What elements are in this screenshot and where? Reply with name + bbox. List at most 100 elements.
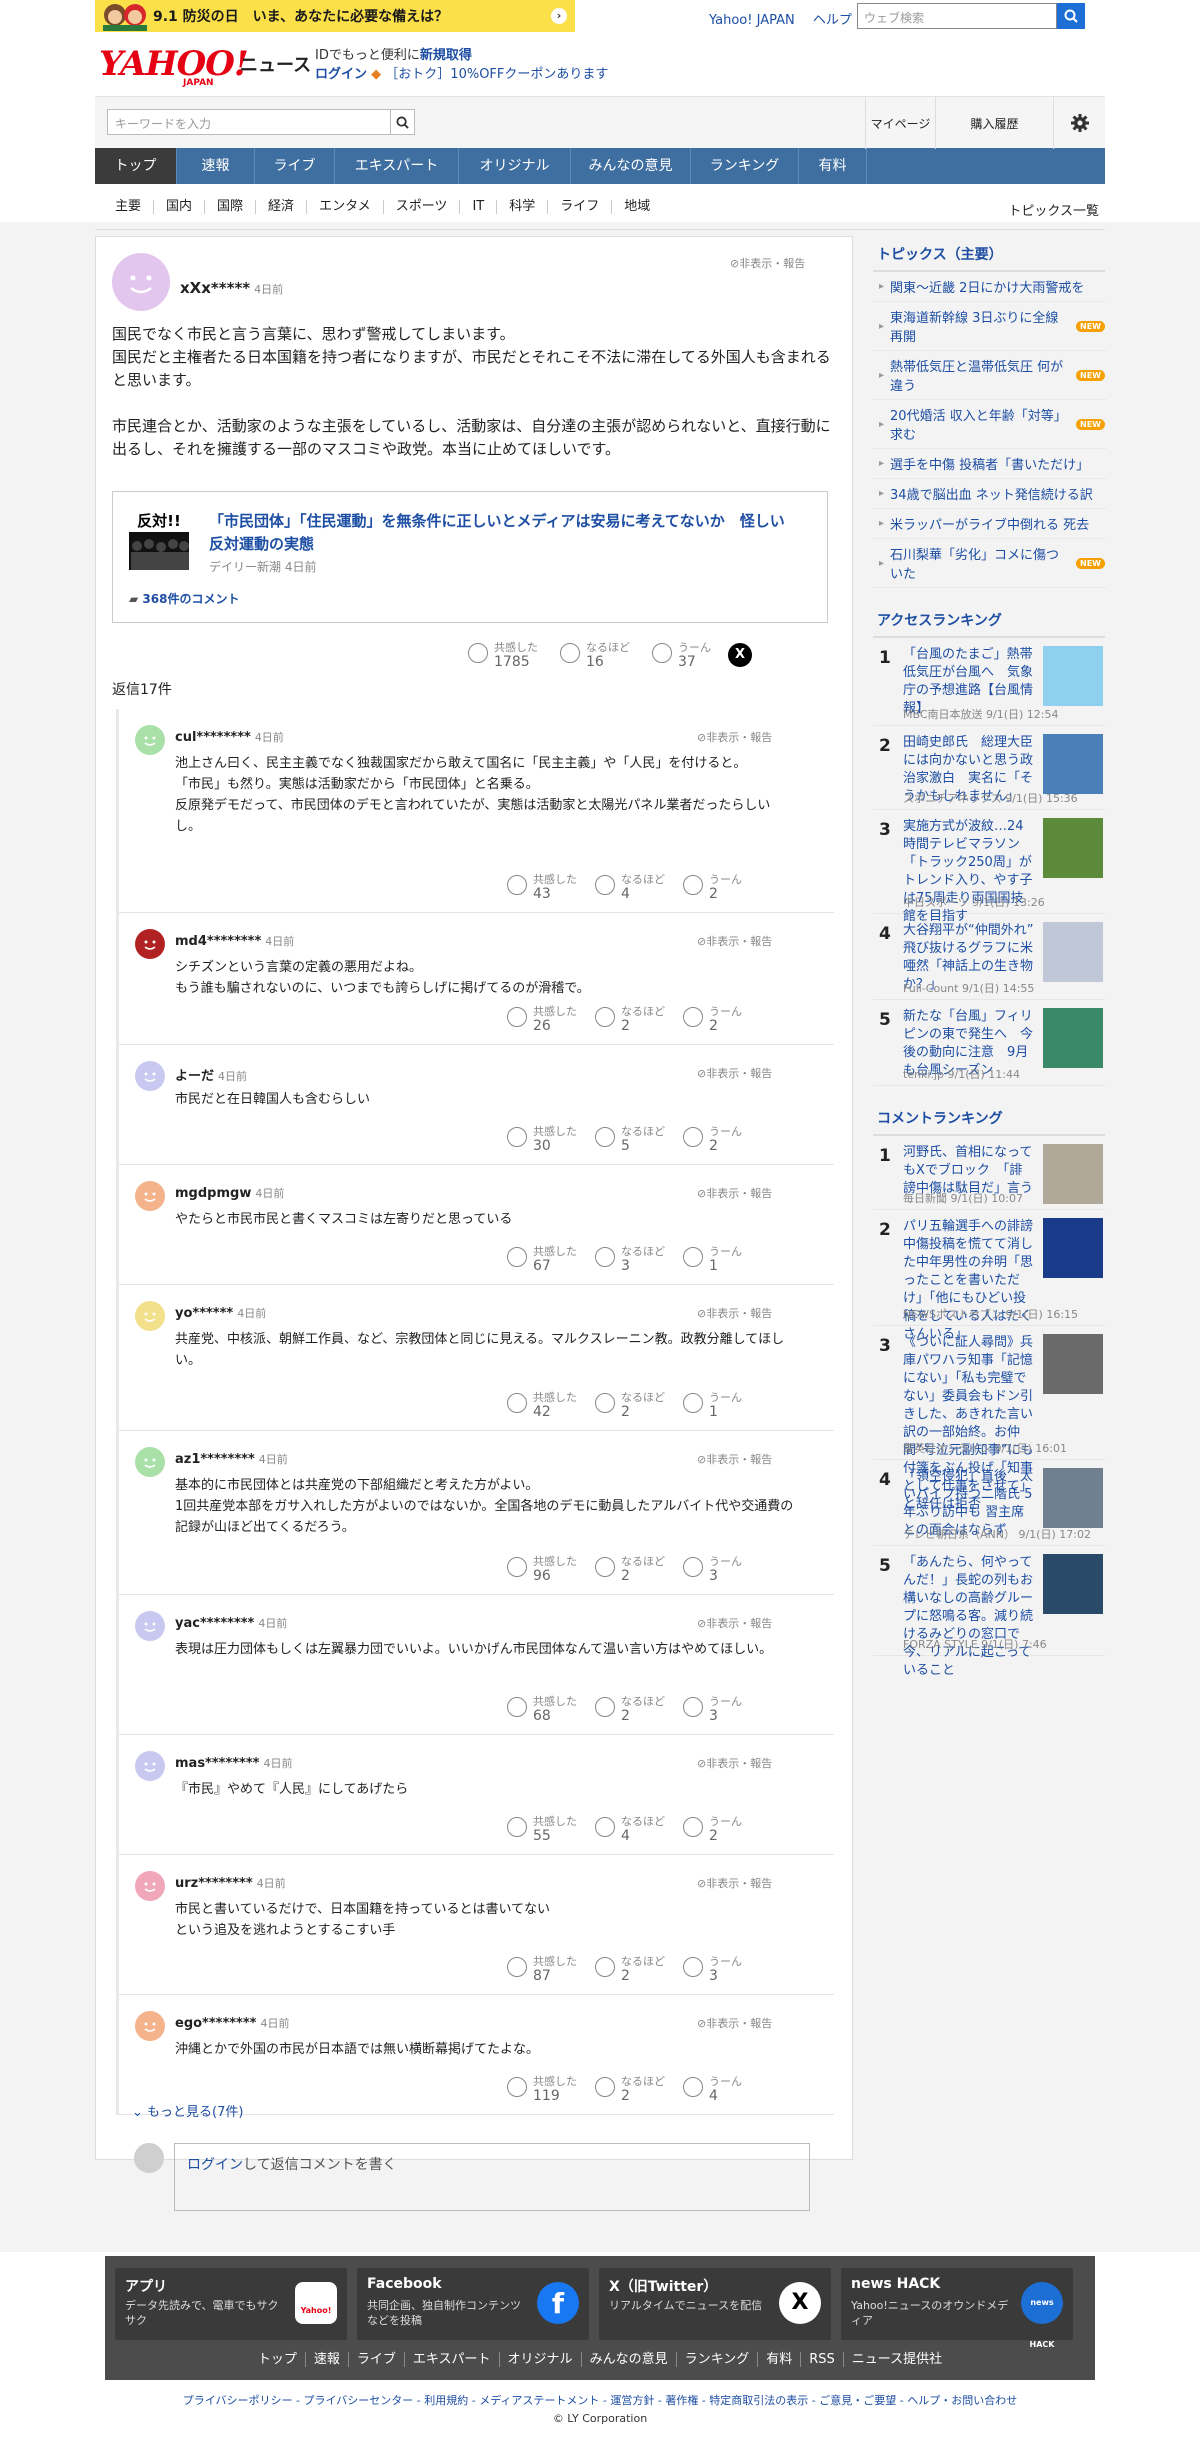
empathy-button[interactable]: 共感した 42 bbox=[507, 1391, 577, 1421]
subnav-domestic[interactable]: 国内 bbox=[154, 199, 206, 214]
footer-card-x[interactable]: X（旧Twitter） リアルタイムでニュースを配信 X bbox=[599, 2268, 831, 2340]
reply-username[interactable]: az1******** 4日前 bbox=[175, 1451, 288, 1467]
hide-report-button[interactable]: ⊘非表示・報告 bbox=[697, 729, 772, 745]
naruhodo-button[interactable]: なるほど 2 bbox=[595, 1555, 665, 1585]
nav-expert[interactable]: エキスパート bbox=[335, 148, 459, 184]
naruhodo-button[interactable]: なるほど 2 bbox=[595, 2075, 665, 2105]
coupon-text[interactable]: ［おトク］10%OFFクーポンあります bbox=[385, 67, 608, 82]
topic-item[interactable]: ▸ 東海道新幹線 3日ぶりに全線再開 NEW bbox=[873, 302, 1105, 351]
reply-username[interactable]: yac******** 4日前 bbox=[175, 1615, 287, 1631]
ranking-item[interactable]: 2 パリ五輪選手への誹謗中傷投稿を慌てて消した中年男性の弁明「思ったことを書いただ… bbox=[873, 1210, 1105, 1342]
footer-link[interactable]: オリジナル bbox=[498, 2352, 581, 2367]
yahoo-japan-link[interactable]: Yahoo! JAPAN bbox=[709, 13, 795, 28]
empathy-button[interactable]: 共感した 26 bbox=[507, 1005, 577, 1035]
empathy-button[interactable]: 共感した 67 bbox=[507, 1245, 577, 1275]
hide-report-button[interactable]: ⊘非表示・報告 bbox=[697, 2015, 772, 2031]
topic-item[interactable]: ▸ 熱帯低気圧と温帯低気圧 何が違う NEW bbox=[873, 351, 1105, 400]
help-link[interactable]: ヘルプ bbox=[813, 13, 852, 28]
hmm-button[interactable]: うーん 2 bbox=[683, 873, 742, 903]
naruhodo-button[interactable]: なるほど 5 bbox=[595, 1125, 665, 1155]
hmm-button[interactable]: うーん 1 bbox=[683, 1391, 742, 1421]
ranking-item[interactable]: 3 《ついに証人尋問》兵庫パワハラ知事「記憶にない」「私も完璧でない」委員会もドン… bbox=[873, 1326, 1105, 1512]
hide-report-button[interactable]: ⊘非表示・報告 bbox=[697, 1305, 772, 1321]
nav-top[interactable]: トップ bbox=[95, 148, 177, 184]
hmm-button[interactable]: うーん 2 bbox=[683, 1815, 742, 1845]
footer-link[interactable]: ランキング bbox=[675, 2352, 758, 2367]
login-link[interactable]: ログイン bbox=[315, 67, 367, 82]
ranking-item[interactable]: 3 実施方式が波紋…24時間テレビマラソン「トラック250周」がトレンド入り、やす… bbox=[873, 810, 1105, 924]
subnav-main[interactable]: 主要 bbox=[103, 199, 155, 214]
empathy-button[interactable]: 共感した 96 bbox=[507, 1555, 577, 1585]
ranking-item[interactable]: 1 「台風のたまご」熱帯低気圧が台風へ 気象庁の予想進路【台風情報】 MBC南日本放… bbox=[873, 638, 1105, 726]
ranking-item[interactable]: 5 「あんたら、何やってんだ！」長蛇の列もお構いなしの高齢グループに怒鳴る客。減り… bbox=[873, 1546, 1105, 1678]
empathy-button[interactable]: 共感した 119 bbox=[507, 2075, 577, 2105]
hmm-button[interactable]: うーん 3 bbox=[683, 1555, 742, 1585]
ranking-item[interactable]: 4 大谷翔平が“仲間外れ” 飛び抜けるグラフに米唖然「神話上の生き物か？」 Full… bbox=[873, 914, 1105, 1000]
hmm-button[interactable]: うーん 2 bbox=[683, 1005, 742, 1035]
footer-link[interactable]: 速報 bbox=[304, 2352, 348, 2367]
reply-username[interactable]: yo****** 4日前 bbox=[175, 1305, 266, 1321]
subnav-world[interactable]: 国際 bbox=[205, 199, 257, 214]
footer-link[interactable]: ニュース提供社 bbox=[842, 2352, 951, 2367]
hide-report-button[interactable]: ⊘非表示・報告 bbox=[697, 1875, 772, 1891]
naruhodo-button[interactable]: なるほど 2 bbox=[595, 1005, 665, 1035]
legal-links[interactable]: プライバシーポリシー - プライバシーセンター - 利用規約 - メディアステー… bbox=[0, 2392, 1200, 2408]
reply-username[interactable]: md4******** 4日前 bbox=[175, 933, 294, 949]
hmm-button[interactable]: うーん 2 bbox=[683, 1125, 742, 1155]
footer-link[interactable]: RSS bbox=[800, 2352, 843, 2367]
nav-paid[interactable]: 有料 bbox=[799, 148, 867, 184]
article-card[interactable]: 反対!! 「市民団体」「住民運動」を無条件に正しいとメディアは安易に考えてないか… bbox=[112, 491, 828, 623]
x-share-icon[interactable]: X bbox=[728, 643, 752, 667]
web-search-input[interactable]: ウェブ検索 bbox=[857, 3, 1057, 29]
empathy-button[interactable]: 共感した 30 bbox=[507, 1125, 577, 1155]
subnav-it[interactable]: IT bbox=[460, 199, 498, 214]
footer-card-facebook[interactable]: Facebook 共同企画、独自制作コンテンツなどを投稿 f bbox=[357, 2268, 589, 2340]
topic-item[interactable]: ▸ 米ラッパーがライブ中倒れる 死去 bbox=[873, 509, 1105, 539]
empathy-button[interactable]: 共感した 43 bbox=[507, 873, 577, 903]
empathy-button[interactable]: 共感した 1785 bbox=[468, 641, 538, 671]
disaster-day-banner[interactable]: 9.1 防災の日 いま、あなたに必要な備えは？ › bbox=[95, 0, 575, 32]
topics-list-link[interactable]: トピックス一覧 bbox=[1008, 200, 1099, 219]
footer-link[interactable]: ライブ bbox=[347, 2352, 404, 2367]
subnav-economy[interactable]: 経済 bbox=[256, 199, 308, 214]
hide-report-button[interactable]: ⊘非表示・報告 bbox=[730, 255, 805, 271]
article-comments-link[interactable]: ▰ 368件のコメント bbox=[129, 590, 239, 607]
nav-ranking[interactable]: ランキング bbox=[691, 148, 799, 184]
mypage-link[interactable]: マイページ bbox=[865, 97, 935, 149]
show-more-button[interactable]: ⌄ もっと見る(7件) bbox=[132, 2101, 243, 2120]
hide-report-button[interactable]: ⊘非表示・報告 bbox=[697, 1065, 772, 1081]
empathy-button[interactable]: 共感した 55 bbox=[507, 1815, 577, 1845]
reply-username[interactable]: よーだ 4日前 bbox=[175, 1065, 247, 1084]
topic-item[interactable]: ▸ 石川梨華「劣化」コメに傷ついた NEW bbox=[873, 539, 1105, 588]
register-link[interactable]: 新規取得 bbox=[420, 48, 472, 63]
hmm-button[interactable]: うーん 37 bbox=[652, 641, 711, 671]
nav-live[interactable]: ライブ bbox=[255, 148, 335, 184]
reply-username[interactable]: urz******** 4日前 bbox=[175, 1875, 286, 1891]
nav-breaking[interactable]: 速報 bbox=[177, 148, 255, 184]
ranking-item[interactable]: 1 河野氏、首相になってもXでブロック 「誹謗中傷は駄目だ」言う 毎日新聞 9/1(… bbox=[873, 1136, 1105, 1210]
footer-link[interactable]: 有料 bbox=[757, 2352, 801, 2367]
comment-username[interactable]: xXx***** 4日前 bbox=[180, 279, 283, 297]
empathy-button[interactable]: 共感した 87 bbox=[507, 1955, 577, 1985]
subnav-sports[interactable]: スポーツ bbox=[384, 199, 461, 214]
empathy-button[interactable]: 共感した 68 bbox=[507, 1695, 577, 1725]
subnav-science[interactable]: 科学 bbox=[497, 199, 549, 214]
keyword-search-input[interactable]: キーワードを入力 bbox=[107, 109, 391, 135]
nav-original[interactable]: オリジナル bbox=[459, 148, 571, 184]
ranking-item[interactable]: 2 田崎史郎氏 総理大臣には向かないと思う政治家激白 実名に「そうかもしれません」… bbox=[873, 726, 1105, 810]
hide-report-button[interactable]: ⊘非表示・報告 bbox=[697, 1755, 772, 1771]
naruhodo-button[interactable]: なるほど 16 bbox=[560, 641, 630, 671]
subnav-local[interactable]: 地域 bbox=[612, 199, 662, 214]
purchase-history-link[interactable]: 購入履歴 bbox=[935, 97, 1053, 149]
footer-link[interactable]: エキスパート bbox=[403, 2352, 499, 2367]
hide-report-button[interactable]: ⊘非表示・報告 bbox=[697, 933, 772, 949]
news-logo[interactable]: ニュース bbox=[240, 51, 311, 77]
ranking-item[interactable]: 4 「領空侵犯」直後 太いパイプ持つ二階氏 5年ぶり訪中も 習主席との面会はならず… bbox=[873, 1460, 1105, 1546]
naruhodo-button[interactable]: なるほど 2 bbox=[595, 1955, 665, 1985]
hmm-button[interactable]: うーん 3 bbox=[683, 1695, 742, 1725]
web-search-button[interactable] bbox=[1057, 3, 1085, 29]
subnav-entertainment[interactable]: エンタメ bbox=[307, 199, 384, 214]
topic-item[interactable]: ▸ 20代婚活 収入と年齢「対等」求む NEW bbox=[873, 400, 1105, 449]
footer-card-app[interactable]: アプリ データ先読みで、電車でもサクサク Yahoo! bbox=[115, 2268, 347, 2340]
reply-username[interactable]: cul******** 4日前 bbox=[175, 729, 284, 745]
